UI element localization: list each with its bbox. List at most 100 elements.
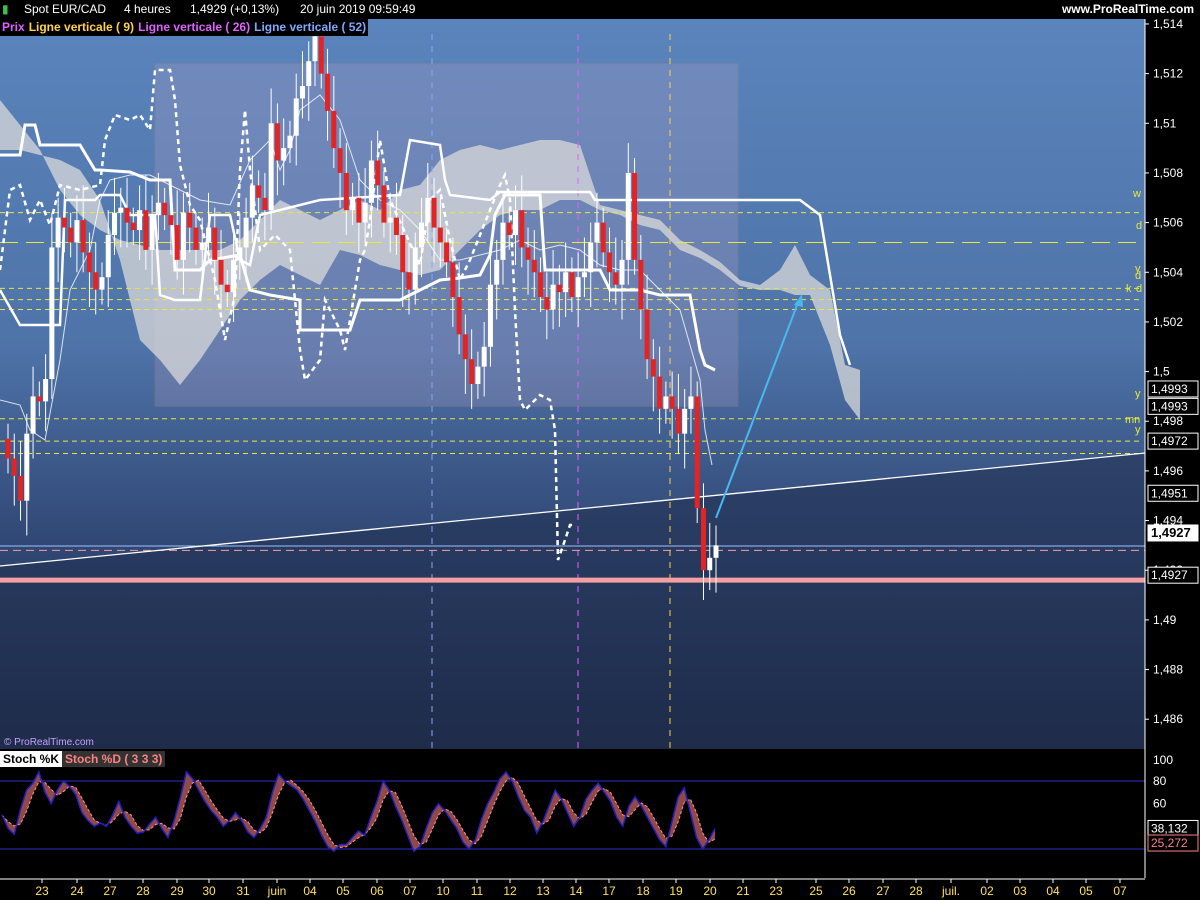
candle-body [162,202,168,216]
candle-body [381,185,387,223]
candle-body [293,98,299,136]
time-tick-label: 05 [1079,884,1093,898]
candle-body [74,220,80,243]
candle-body [500,222,506,260]
candle-body [187,212,193,228]
candle-body [112,212,118,236]
candle-body [469,359,475,384]
legend-vline-9[interactable]: Ligne verticale ( 9) [26,19,137,36]
candle-body [450,262,456,298]
time-tick-label: 21 [736,884,750,898]
candle-body [694,396,700,509]
candle-body [437,227,443,243]
price-tick-label: 1,508 [1153,166,1183,180]
candle-body [644,309,650,360]
candle-body [412,247,418,290]
time-tick-label: 03 [1013,884,1027,898]
candle-body [274,123,280,161]
candle-body [224,284,230,293]
candle-body [657,376,663,409]
candle-body [24,433,30,501]
time-tick-label: 23 [35,884,49,898]
candle-body [650,359,656,377]
price-marker-label: 1,4993 [1151,382,1188,396]
candle-body [5,438,11,459]
candle-body [256,185,262,198]
candle-body [231,259,237,293]
candle-body [93,272,99,290]
instrument-name: Spot EUR/CAD [24,2,107,16]
price-marker-label: 1,4951 [1151,486,1188,500]
candle-body [700,508,706,571]
price-chart[interactable]: wdydk dymny 1,5141,5121,511,5081,5061,504… [0,0,1200,900]
candle-body [632,172,638,260]
time-tick-label: 31 [236,884,250,898]
site-link[interactable]: www.ProRealTime.com [1062,0,1194,19]
candle-body [513,210,519,236]
time-tick-label: 28 [136,884,150,898]
price-marker-label: 1,4993 [1151,399,1188,413]
price-tick-label: 1,49 [1153,613,1177,627]
time-tick-label: 26 [842,884,856,898]
candle-body [506,222,512,236]
candle-body [581,272,587,278]
candle-body [375,160,381,186]
legend-price[interactable]: Prix [0,19,27,36]
candle-body [600,222,606,253]
candle-body [155,202,161,216]
time-tick-label: 02 [980,884,994,898]
candle-body [538,272,544,298]
candle-body [456,297,462,335]
time-tick-label: 10 [436,884,450,898]
candle-body [393,217,399,236]
candle-body [525,247,531,260]
candle-body [688,396,694,409]
candle-body [606,252,612,273]
title-bar: ▮ Spot EUR/CAD 4 heures 1,4929 (+0,13%) … [0,0,1200,19]
level-label-d: d [1135,270,1141,282]
candle-body [205,227,211,243]
price-marker-label: 1,4972 [1151,434,1188,448]
candle-body [462,334,468,360]
time-tick-label: 04 [1046,884,1060,898]
level-label-y: y [1135,388,1141,400]
candle-body [268,123,274,211]
candle-body [331,110,337,149]
legend-stoch-k[interactable]: Stoch %K [0,751,63,767]
time-tick-label: 11 [471,884,484,898]
stoch-k-value: 38,132 [1151,821,1188,835]
candle-body [356,197,362,223]
level-label-d: d [1136,220,1142,232]
time-tick-label: 07 [403,884,417,898]
candle-body [99,277,105,290]
time-tick-label: 27 [876,884,890,898]
candle-body [212,227,218,260]
candle-body [550,284,556,310]
time-tick-label: 30 [202,884,216,898]
price-tick-label: 1,486 [1153,712,1183,726]
price-marker-label: 1,4927 [1151,525,1191,540]
candle-body [625,172,631,260]
candle-body [218,259,224,285]
time-tick-label: 27 [103,884,117,898]
panel-separator [0,749,1200,751]
candle-body [325,73,331,111]
legend-vline-26[interactable]: Ligne verticale ( 26) [136,19,253,36]
price-marker-label: 1,4927 [1151,568,1188,582]
legend-stoch-d[interactable]: Stoch %D ( 3 3 3) [62,751,166,767]
candle-body [556,284,562,293]
time-tick-label: 20 [703,884,717,898]
time-tick-label: 17 [602,884,616,898]
candle-body [669,396,675,409]
candle-body [575,277,581,298]
candle-body [425,197,431,223]
candle-body [337,148,343,173]
candle-body [180,212,186,260]
stoch-tick-label: 100 [1153,753,1173,767]
candle-body [569,272,575,298]
legend-vline-52[interactable]: Ligne verticale ( 52) [252,19,369,36]
candle-body [55,217,61,248]
time-tick-label: 29 [170,884,184,898]
time-tick-label: juil. [941,884,960,898]
candle-body [675,408,681,434]
